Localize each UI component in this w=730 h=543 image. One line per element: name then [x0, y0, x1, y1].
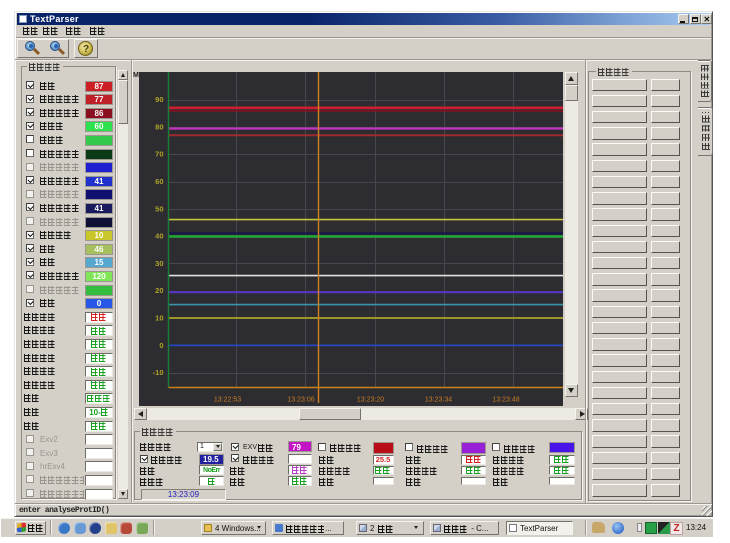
svg-text:20: 20: [155, 286, 163, 295]
svg-text:50: 50: [155, 204, 163, 213]
svg-text:-10: -10: [153, 368, 164, 377]
svg-text:60: 60: [155, 177, 163, 186]
svg-text:13:22:53: 13:22:53: [214, 397, 241, 404]
svg-text:13:23:34: 13:23:34: [425, 397, 452, 404]
svg-text:13:23:06: 13:23:06: [287, 397, 314, 404]
svg-text:70: 70: [155, 150, 163, 159]
svg-text:30: 30: [155, 259, 163, 268]
svg-text:10: 10: [155, 314, 163, 323]
svg-text:0: 0: [159, 341, 163, 350]
svg-text:40: 40: [155, 232, 163, 241]
svg-text:13:23:48: 13:23:48: [492, 397, 519, 404]
svg-text:90: 90: [155, 95, 163, 104]
svg-text:80: 80: [155, 122, 163, 131]
svg-text:13:23:20: 13:23:20: [357, 397, 384, 404]
